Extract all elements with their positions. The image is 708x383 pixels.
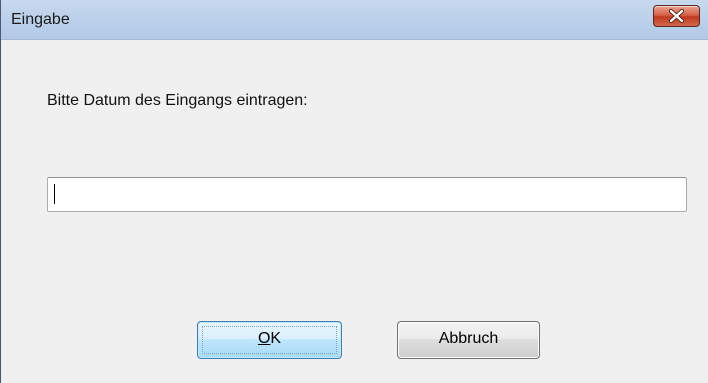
ok-accelerator-letter: O bbox=[257, 330, 271, 347]
ok-button[interactable]: OK bbox=[197, 321, 342, 359]
text-caret bbox=[54, 184, 55, 204]
close-button[interactable] bbox=[653, 5, 700, 27]
ok-label-rest: K bbox=[270, 330, 282, 347]
input-dialog: Eingabe Bitte Datum des Eingangs eintrag… bbox=[0, 0, 708, 383]
close-icon bbox=[668, 8, 685, 24]
prompt-label: Bitte Datum des Eingangs eintragen: bbox=[47, 92, 308, 109]
cancel-button[interactable]: Abbruch bbox=[397, 321, 540, 359]
window-title: Eingabe bbox=[11, 11, 70, 28]
title-bar[interactable]: Eingabe bbox=[1, 0, 708, 40]
date-input[interactable] bbox=[47, 177, 687, 212]
